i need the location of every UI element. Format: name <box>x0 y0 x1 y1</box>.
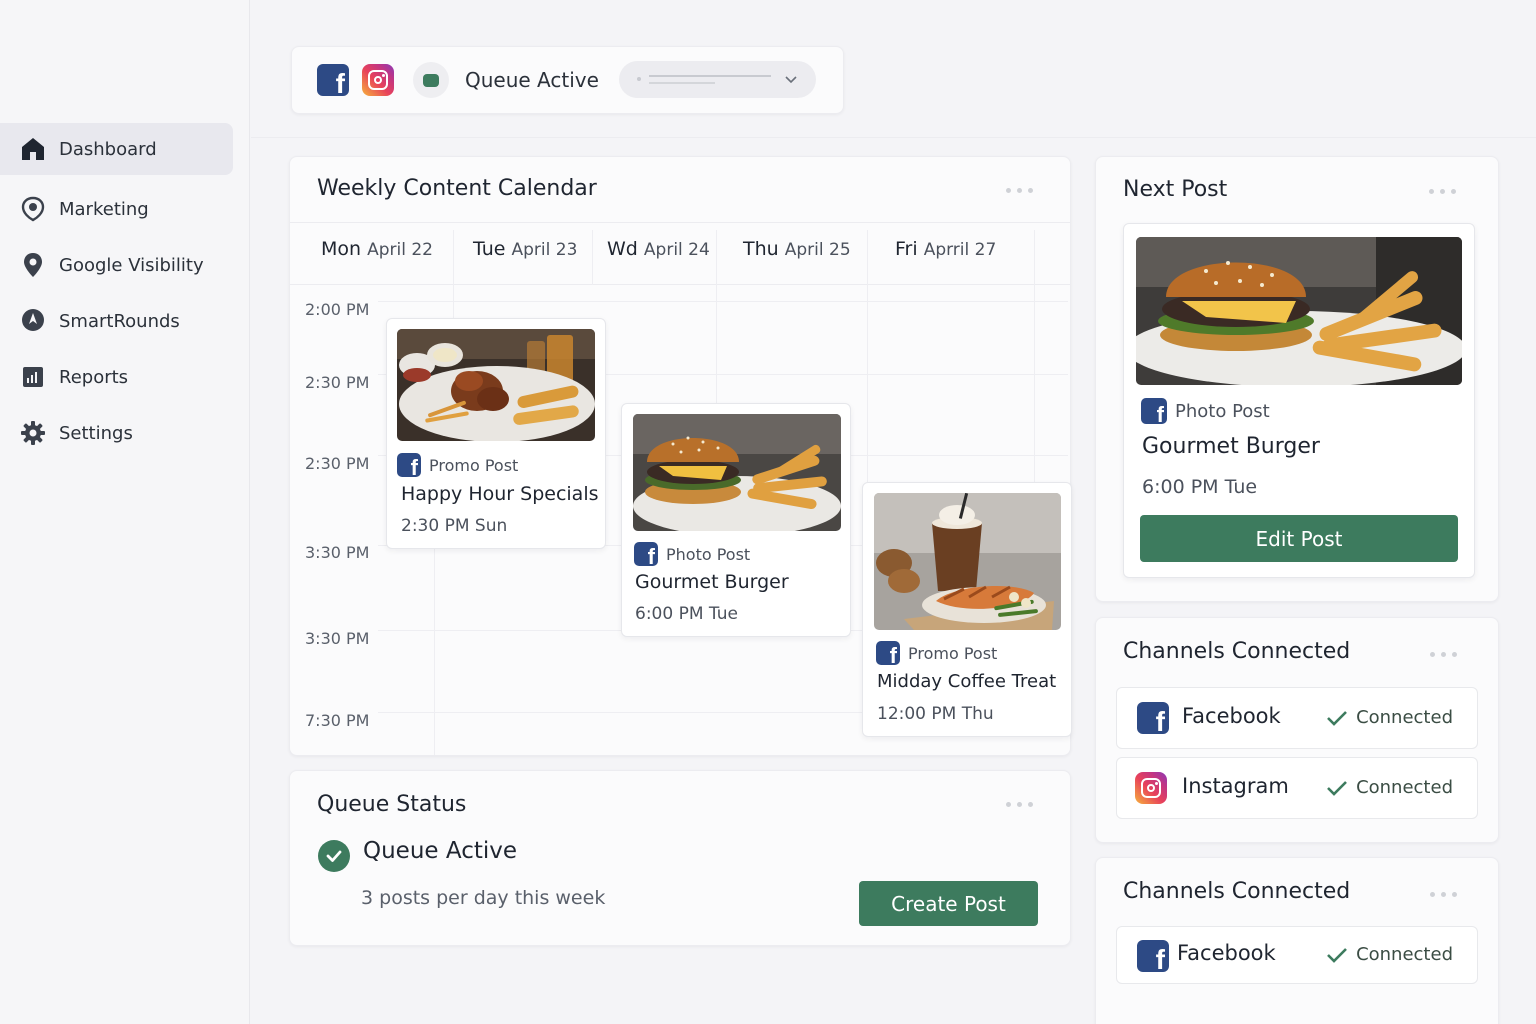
next-post-more-icon[interactable] <box>1429 189 1456 194</box>
queue-active-status: Queue Active <box>363 838 518 864</box>
gear-icon <box>20 420 46 446</box>
sidebar-item-label: Settings <box>59 422 133 444</box>
channel-row-facebook[interactable]: f Facebook Connected <box>1116 926 1478 984</box>
channel-status: Connected <box>1356 777 1453 798</box>
day-header-thu[interactable]: Thu April 25 <box>743 238 851 260</box>
queue-dropdown[interactable] <box>619 61 816 98</box>
channels-connected-card: Channels Connected f Facebook Connected … <box>1095 617 1499 843</box>
sidebar-item-google-visibility[interactable]: Google Visibility <box>0 239 233 291</box>
calendar-post-card[interactable]: f Promo Post Midday Coffee Treat 12:00 P… <box>862 482 1072 737</box>
sidebar-item-label: SmartRounds <box>59 310 180 332</box>
channels-more-icon[interactable] <box>1430 652 1457 657</box>
facebook-icon: f <box>1137 940 1169 972</box>
post-image-burger <box>1136 237 1462 385</box>
post-time: 6:00 PM Tue <box>1142 476 1258 498</box>
megaphone-icon <box>20 196 46 222</box>
facebook-icon: f <box>634 542 658 566</box>
check-icon <box>1327 710 1347 726</box>
post-image-coffee <box>874 493 1061 630</box>
facebook-icon: f <box>1137 702 1169 734</box>
channel-row-instagram[interactable]: Instagram Connected <box>1116 757 1478 819</box>
post-time: 2:30 PM Sun <box>401 516 508 536</box>
queue-status-title: Queue Status <box>317 792 467 817</box>
post-title: Happy Hour Specials <box>401 483 599 505</box>
post-type: Photo Post <box>666 544 751 564</box>
bar-chart-icon <box>20 364 46 390</box>
time-slot-label: 2:30 PM <box>305 454 370 473</box>
post-title: Gourmet Burger <box>635 571 789 593</box>
time-slot-label: 3:30 PM <box>305 629 370 648</box>
edit-post-button[interactable]: Edit Post <box>1140 515 1458 562</box>
sidebar-item-label: Dashboard <box>59 138 157 160</box>
sidebar-item-label: Reports <box>59 366 129 388</box>
queue-more-icon[interactable] <box>1006 802 1033 807</box>
location-icon <box>20 308 46 334</box>
post-time: 12:00 PM Thu <box>877 704 994 724</box>
sidebar-item-label: Google Visibility <box>59 254 204 276</box>
channel-status: Connected <box>1356 944 1453 965</box>
facebook-icon: f <box>1141 398 1167 424</box>
map-pin-icon <box>20 252 46 278</box>
channels-title: Channels Connected <box>1123 639 1351 664</box>
facebook-icon: f <box>397 453 421 477</box>
instagram-icon <box>1135 772 1167 804</box>
header-divider <box>251 137 1536 138</box>
create-post-button[interactable]: Create Post <box>859 881 1038 926</box>
post-image-wings <box>397 329 595 441</box>
day-header-mon[interactable]: Mon April 22 <box>321 238 433 260</box>
sidebar-item-marketing[interactable]: Marketing <box>0 183 233 235</box>
calendar-more-icon[interactable] <box>1006 188 1033 193</box>
time-slot-label: 2:00 PM <box>305 300 370 319</box>
time-slot-label: 2:30 PM <box>305 373 370 392</box>
post-time: 6:00 PM Tue <box>635 604 738 624</box>
queue-toolbar: f Queue Active <box>291 46 844 114</box>
channels-connected-card-2: Channels Connected f Facebook Connected <box>1095 857 1499 1024</box>
chevron-down-icon <box>784 71 798 90</box>
check-icon <box>1327 780 1347 796</box>
sidebar-item-label: Marketing <box>59 198 149 220</box>
check-icon <box>1327 947 1347 963</box>
calendar-post-card[interactable]: f Promo Post Happy Hour Specials 2:30 PM… <box>386 318 606 549</box>
facebook-icon[interactable]: f <box>317 64 349 96</box>
channel-status: Connected <box>1356 707 1453 728</box>
channel-row-facebook[interactable]: f Facebook Connected <box>1116 687 1478 749</box>
channel-name: Facebook <box>1182 704 1281 728</box>
instagram-icon[interactable] <box>362 64 394 96</box>
time-slot-label: 3:30 PM <box>305 543 370 562</box>
facebook-icon: f <box>876 641 900 665</box>
home-icon <box>20 136 46 162</box>
calendar-title: Weekly Content Calendar <box>317 176 597 201</box>
sidebar-item-smartrounds[interactable]: SmartRounds <box>0 295 233 347</box>
post-type: Photo Post <box>1175 400 1270 422</box>
channels-more-icon[interactable] <box>1430 892 1457 897</box>
channel-name: Instagram <box>1182 774 1289 798</box>
queue-subtitle: 3 posts per day this week <box>361 887 606 909</box>
post-title: Gourmet Burger <box>1142 434 1320 459</box>
sidebar-item-settings[interactable]: Settings <box>0 407 233 459</box>
post-image-burger <box>633 414 841 531</box>
post-title: Midday Coffee Treat <box>877 671 1057 692</box>
queue-status-label: Queue Active <box>465 68 599 92</box>
post-type: Promo Post <box>429 455 519 475</box>
sidebar-item-dashboard[interactable]: Dashboard <box>0 123 233 175</box>
day-header-wed[interactable]: Wd April 24 <box>607 238 710 260</box>
channels-title: Channels Connected <box>1123 879 1351 904</box>
calendar-post-card[interactable]: f Photo Post Gourmet Burger 6:00 PM Tue <box>621 403 851 637</box>
check-circle-icon <box>318 840 350 872</box>
next-post-preview[interactable]: f Photo Post Gourmet Burger 6:00 PM Tue … <box>1123 223 1475 578</box>
sidebar-item-reports[interactable]: Reports <box>0 351 233 403</box>
next-post-title: Next Post <box>1123 177 1228 202</box>
post-type: Promo Post <box>908 643 998 663</box>
channel-name: Facebook <box>1177 941 1276 965</box>
day-header-fri[interactable]: Fri Aprril 27 <box>895 238 996 260</box>
status-dot-icon <box>413 62 449 98</box>
sidebar: Dashboard Marketing Google Visibility Sm… <box>0 0 250 1024</box>
time-slot-label: 7:30 PM <box>305 711 370 730</box>
day-header-tue[interactable]: Tue April 23 <box>473 238 577 260</box>
